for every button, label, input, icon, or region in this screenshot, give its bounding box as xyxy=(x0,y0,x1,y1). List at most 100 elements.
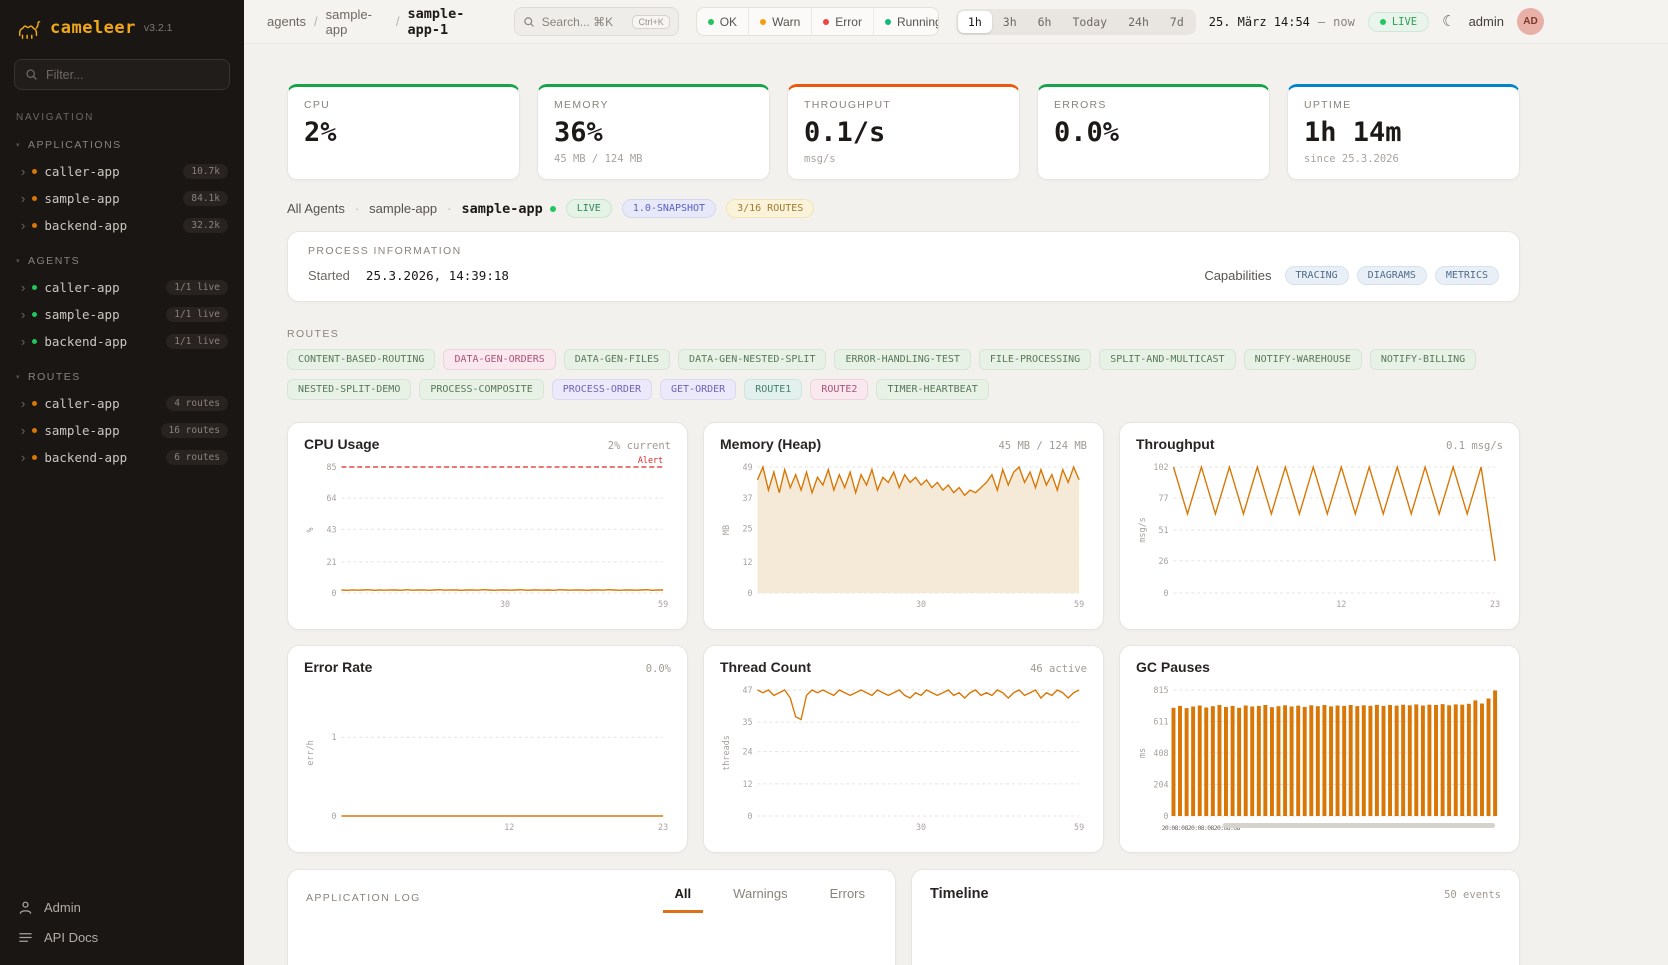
time-range-24h[interactable]: 24h xyxy=(1118,11,1159,33)
breadcrumb: agents/sample-app/sample-app-1 xyxy=(267,6,497,38)
sidebar-item-agents-backend-app[interactable]: ›backend-app1/1 live xyxy=(0,328,244,355)
sidebar-footer-api-docs[interactable]: API Docs xyxy=(18,930,226,945)
app-logo[interactable]: cameleer v3.2.1 xyxy=(0,0,244,50)
time-range-6h[interactable]: 6h xyxy=(1028,11,1062,33)
route-chip-error-handling-test[interactable]: ERROR-HANDLING-TEST xyxy=(834,349,970,370)
status-dot-ok xyxy=(708,19,714,25)
date-range-start: 25. März 14:54 xyxy=(1209,15,1310,29)
svg-text:0: 0 xyxy=(747,588,752,598)
sidebar-item-badge: 84.1k xyxy=(183,191,228,206)
agent-breadcrumb-bar: All Agents·sample-app·sample-appLIVE1.0-… xyxy=(287,199,1520,218)
agent-breadcrumb-all-agents[interactable]: All Agents xyxy=(287,201,345,216)
chart-current-value: 0.0% xyxy=(646,663,671,675)
chart-header: Throughput0.1 msg/s xyxy=(1136,436,1503,452)
process-information-card: PROCESS INFORMATION Started 25.3.2026, 1… xyxy=(287,231,1520,302)
capabilities-label: Capabilities xyxy=(1204,268,1271,283)
agent-breadcrumb-sample-app[interactable]: sample-app xyxy=(369,201,437,216)
status-filter-running[interactable]: Running xyxy=(873,8,939,35)
route-chip-route2[interactable]: ROUTE2 xyxy=(810,379,868,400)
nav-section-header-agents[interactable]: ▾AGENTS xyxy=(0,255,244,267)
main-area: agents/sample-app/sample-app-1 Search...… xyxy=(244,0,1668,965)
route-chip-timer-heartbeat[interactable]: TIMER-HEARTBEAT xyxy=(876,379,988,400)
route-chip-process-composite[interactable]: PROCESS-COMPOSITE xyxy=(419,379,543,400)
avatar[interactable]: AD xyxy=(1517,8,1544,35)
sidebar-item-applications-sample-app[interactable]: ›sample-app84.1k xyxy=(0,185,244,212)
log-tab-errors[interactable]: Errors xyxy=(818,886,877,913)
svg-text:0: 0 xyxy=(1163,588,1168,598)
route-chip-file-processing[interactable]: FILE-PROCESSING xyxy=(979,349,1091,370)
footer-label: Admin xyxy=(44,900,81,915)
stat-label: ERRORS xyxy=(1054,99,1253,111)
svg-text:204: 204 xyxy=(1153,779,1168,789)
route-chip-get-order[interactable]: GET-ORDER xyxy=(660,379,736,400)
route-chip-route1[interactable]: ROUTE1 xyxy=(744,379,802,400)
status-filter-error[interactable]: Error xyxy=(811,8,873,35)
breadcrumb-agents[interactable]: agents xyxy=(267,14,306,29)
stat-sub: since 25.3.2026 xyxy=(1304,153,1503,166)
footer-label: API Docs xyxy=(44,930,98,945)
route-chip-data-gen-files[interactable]: DATA-GEN-FILES xyxy=(564,349,670,370)
date-range[interactable]: 25. März 14:54 – now xyxy=(1209,15,1355,29)
chevron-right-icon: › xyxy=(21,424,25,437)
sidebar-item-applications-backend-app[interactable]: ›backend-app32.2k xyxy=(0,212,244,239)
route-chip-nested-split-demo[interactable]: NESTED-SPLIT-DEMO xyxy=(287,379,411,400)
time-range-1h[interactable]: 1h xyxy=(958,11,992,33)
capability-tracing[interactable]: TRACING xyxy=(1285,266,1349,285)
route-chip-data-gen-nested-split[interactable]: DATA-GEN-NESTED-SPLIT xyxy=(678,349,826,370)
sidebar-item-name: caller-app xyxy=(44,396,119,411)
sidebar-footer-admin[interactable]: Admin xyxy=(18,900,226,915)
stat-sub: msg/s xyxy=(804,153,1003,166)
process-information-row: Started 25.3.2026, 14:39:18 Capabilities… xyxy=(308,266,1499,285)
chart-card-cpu-usage: CPU Usage2% current021436485%3059Alert xyxy=(287,422,688,630)
search-icon xyxy=(523,16,535,28)
sidebar-filter-input[interactable] xyxy=(46,68,219,82)
route-chip-notify-warehouse[interactable]: NOTIFY-WAREHOUSE xyxy=(1244,349,1362,370)
route-chip-data-gen-orders[interactable]: DATA-GEN-ORDERS xyxy=(443,349,555,370)
svg-text:12: 12 xyxy=(742,779,752,789)
svg-text:43: 43 xyxy=(326,524,336,534)
nav-sections: ▾APPLICATIONS›caller-app10.7k›sample-app… xyxy=(0,123,244,471)
chart-plot-memory-heap: 012253749MB3059 xyxy=(720,455,1087,623)
breadcrumb-sample-app[interactable]: sample-app xyxy=(326,7,388,37)
chart-header: Memory (Heap)45 MB / 124 MB xyxy=(720,436,1087,452)
log-tab-all[interactable]: All xyxy=(663,886,704,913)
theme-toggle-button[interactable]: ☾ xyxy=(1442,14,1455,29)
status-filter-ok[interactable]: OK xyxy=(697,8,748,35)
stat-value: 0.1/s xyxy=(804,117,1003,148)
sidebar-item-badge: 32.2k xyxy=(183,218,228,233)
sidebar-item-routes-caller-app[interactable]: ›caller-app4 routes xyxy=(0,390,244,417)
app-version: v3.2.1 xyxy=(144,22,173,34)
nav-section-label: AGENTS xyxy=(28,255,80,267)
svg-text:MB: MB xyxy=(721,525,731,535)
breadcrumb-separator: / xyxy=(396,14,400,29)
time-range-today[interactable]: Today xyxy=(1062,11,1117,33)
route-chip-content-based-routing[interactable]: CONTENT-BASED-ROUTING xyxy=(287,349,435,370)
sidebar-item-routes-backend-app[interactable]: ›backend-app6 routes xyxy=(0,444,244,471)
svg-text:0: 0 xyxy=(1163,811,1168,821)
item-status-dot xyxy=(32,285,37,290)
capability-metrics[interactable]: METRICS xyxy=(1435,266,1499,285)
sidebar-item-agents-caller-app[interactable]: ›caller-app1/1 live xyxy=(0,274,244,301)
status-filter-warn[interactable]: Warn xyxy=(748,8,811,35)
sidebar-item-applications-caller-app[interactable]: ›caller-app10.7k xyxy=(0,158,244,185)
route-chip-notify-billing[interactable]: NOTIFY-BILLING xyxy=(1370,349,1476,370)
live-badge[interactable]: LIVE xyxy=(1368,12,1429,32)
svg-text:Alert: Alert xyxy=(638,455,663,465)
capability-diagrams[interactable]: DIAGRAMS xyxy=(1357,266,1427,285)
time-range-3h[interactable]: 3h xyxy=(993,11,1027,33)
nav-section-header-applications[interactable]: ▾APPLICATIONS xyxy=(0,139,244,151)
sidebar-item-agents-sample-app[interactable]: ›sample-app1/1 live xyxy=(0,301,244,328)
svg-text:35: 35 xyxy=(742,717,752,727)
route-chip-split-and-multicast[interactable]: SPLIT-AND-MULTICAST xyxy=(1099,349,1235,370)
log-tab-warnings[interactable]: Warnings xyxy=(721,886,799,913)
svg-text:611: 611 xyxy=(1153,716,1168,726)
stats-row: CPU2%MEMORY36%45 MB / 124 MBTHROUGHPUT0.… xyxy=(287,84,1520,180)
stat-card-uptime: UPTIME1h 14msince 25.3.2026 xyxy=(1287,84,1520,180)
time-range-7d[interactable]: 7d xyxy=(1160,11,1194,33)
global-search[interactable]: Search... ⌘K Ctrl+K xyxy=(514,7,679,36)
chart-current-value: 46 active xyxy=(1030,663,1087,675)
route-chip-process-order[interactable]: PROCESS-ORDER xyxy=(552,379,652,400)
section-caret-icon: ▾ xyxy=(16,141,21,149)
nav-section-header-routes[interactable]: ▾ROUTES xyxy=(0,371,244,383)
sidebar-item-routes-sample-app[interactable]: ›sample-app16 routes xyxy=(0,417,244,444)
